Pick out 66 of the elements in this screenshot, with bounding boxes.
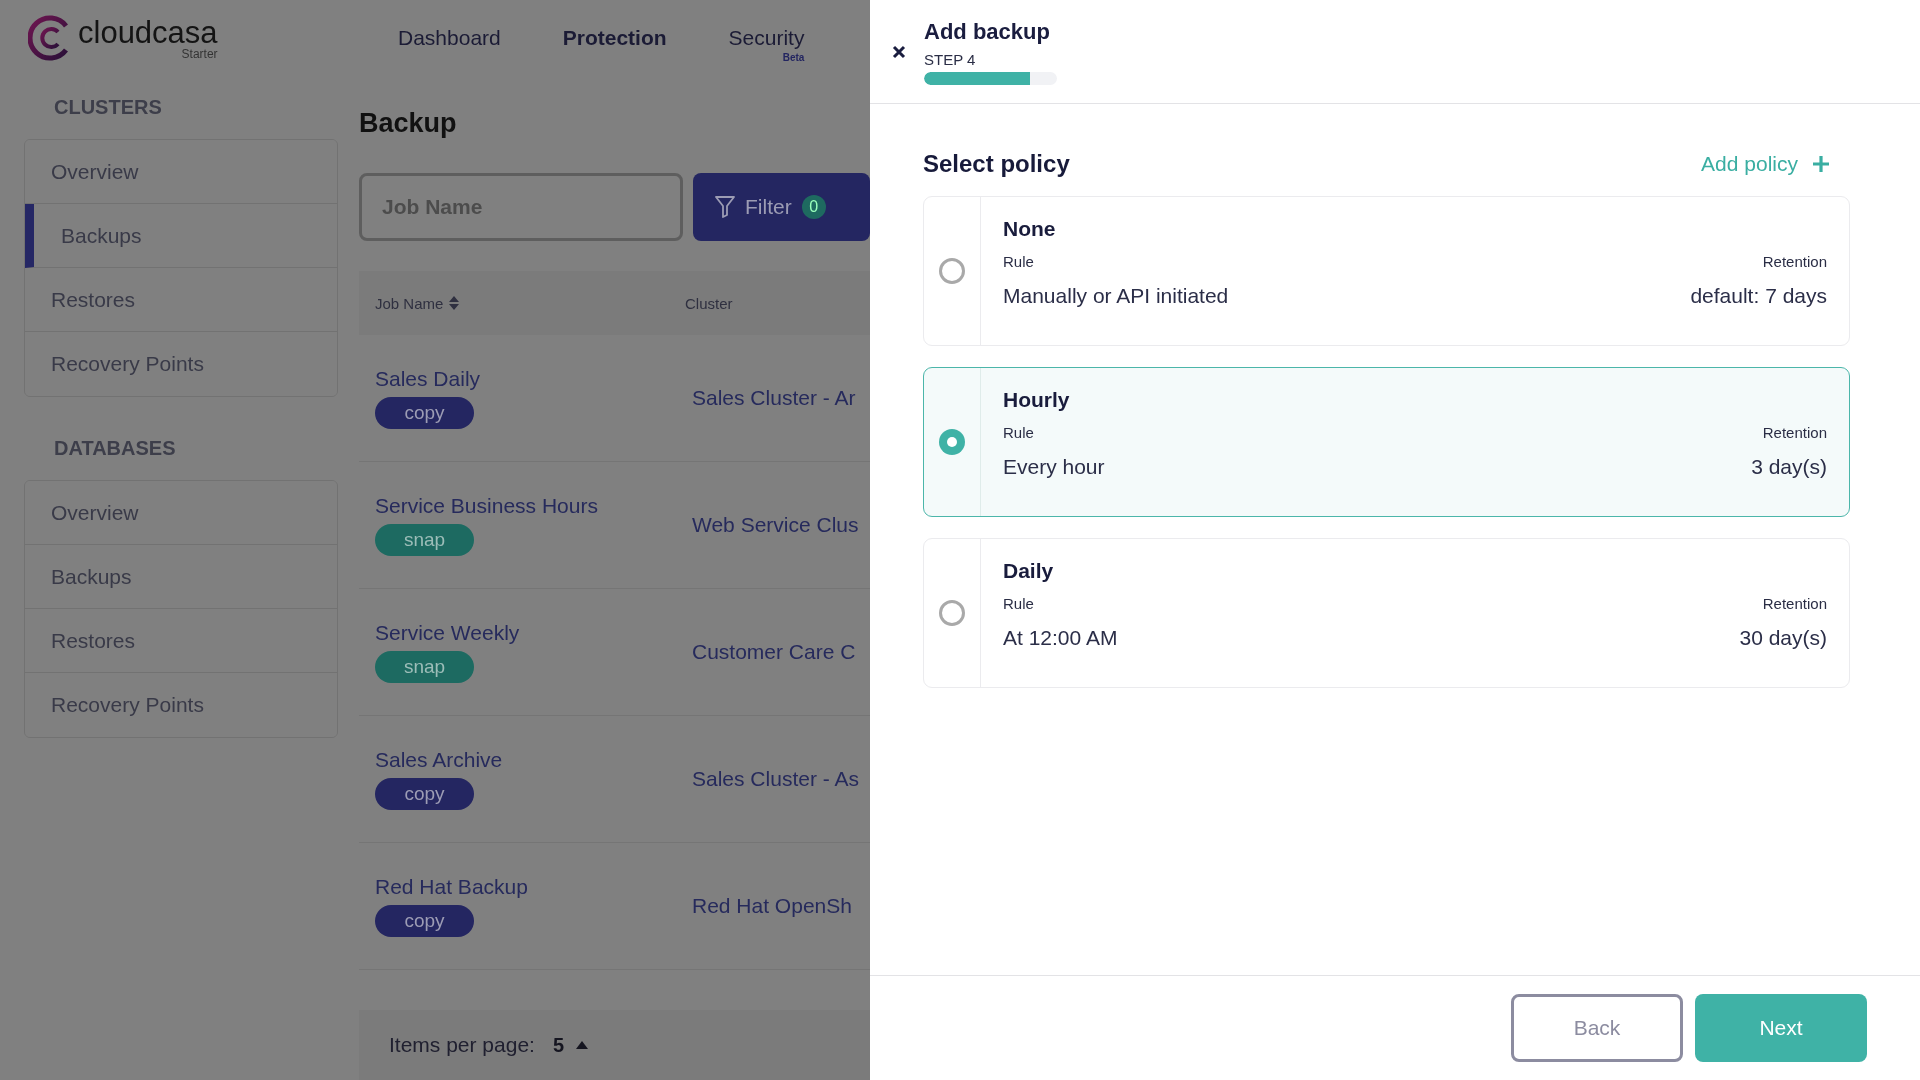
beta-label: Beta — [782, 52, 805, 63]
action-button[interactable]: Back — [1511, 994, 1683, 1062]
rule-value: Manually or API initiated — [1003, 284, 1229, 308]
type-tag: snap — [375, 651, 474, 683]
count-badge: 0 — [801, 195, 826, 219]
sidebar-item[interactable]: Overview — [25, 481, 337, 545]
add-policy-link[interactable]: Add policy — [1701, 152, 1830, 176]
table-cell: Web Service Clus — [692, 513, 859, 537]
items-per-page-label: Items per page: — [389, 1033, 535, 1057]
table-cell: Sales Cluster - As — [692, 767, 859, 791]
filter-icon — [715, 196, 735, 218]
type-tag: copy — [375, 397, 474, 429]
rule-value: At 12:00 AM — [1003, 626, 1118, 650]
rule-label: Rule — [1003, 253, 1034, 270]
policy-name: Daily — [1003, 559, 1055, 583]
policy-card[interactable]: Hourly Rule Retention Every hour 3 day(s) — [923, 367, 1850, 517]
policy-card[interactable]: Daily Rule Retention At 12:00 AM 30 day(s) — [923, 538, 1850, 688]
retention-value: 3 day(s) — [1751, 455, 1827, 479]
retention-value: 30 day(s) — [1739, 626, 1827, 650]
items-per-page-value[interactable]: 5 — [552, 1033, 565, 1057]
job-name[interactable]: Sales Daily — [375, 367, 481, 391]
plus-icon — [1812, 155, 1830, 173]
radio-button[interactable] — [939, 600, 965, 626]
retention-value: default: 7 days — [1690, 284, 1827, 308]
sort-icon[interactable] — [449, 296, 460, 310]
rule-value: Every hour — [1003, 455, 1105, 479]
column-header: Cluster — [685, 294, 733, 312]
action-button[interactable]: Next — [1695, 994, 1867, 1062]
job-name[interactable]: Service Business Hours — [375, 494, 598, 518]
radio-button[interactable] — [939, 429, 965, 455]
type-tag: copy — [375, 905, 474, 937]
nav-tab[interactable]: Protection — [562, 26, 667, 50]
close-button[interactable] — [892, 44, 906, 59]
retention-label: Retention — [1762, 595, 1827, 612]
radio-button[interactable] — [939, 258, 965, 284]
section-heading: CLUSTERS — [54, 96, 162, 119]
table-cell: Sales Cluster - Ar — [692, 386, 856, 410]
job-name[interactable]: Red Hat Backup — [375, 875, 528, 899]
policy-name: None — [1003, 217, 1057, 241]
rule-label: Rule — [1003, 595, 1034, 612]
step-label: STEP 4 — [924, 50, 977, 68]
filter-label: Filter — [745, 195, 792, 219]
table-cell: Customer Care C — [692, 640, 856, 664]
nav-tab[interactable]: Dashboard — [398, 26, 501, 50]
section-title: Select policy — [923, 150, 1070, 178]
retention-label: Retention — [1762, 253, 1827, 270]
policy-name: Hourly — [1003, 388, 1071, 412]
column-header[interactable]: Job Name — [375, 294, 444, 312]
page-title: Backup — [359, 108, 458, 139]
filter-button[interactable]: Filter 0 — [693, 173, 870, 241]
section-heading: DATABASES — [54, 437, 176, 460]
type-tag: snap — [375, 524, 474, 556]
edition-label: Starter — [181, 47, 218, 60]
job-name[interactable]: Sales Archive — [375, 748, 503, 772]
job-name[interactable]: Service Weekly — [375, 621, 520, 645]
rule-label: Rule — [1003, 424, 1034, 441]
sidebar-item[interactable]: Backups — [25, 204, 337, 268]
panel-title: Add backup — [924, 18, 1051, 45]
caret-icon[interactable] — [576, 1041, 589, 1049]
table-cell: Red Hat OpenSh — [692, 894, 852, 918]
retention-label: Retention — [1762, 424, 1827, 441]
close-icon — [892, 44, 906, 59]
type-tag: copy — [375, 778, 474, 810]
policy-card[interactable]: None Rule Retention Manually or API initiated default: 7 days — [923, 196, 1850, 346]
logo-text: cloudcasa — [78, 16, 218, 48]
sidebar-item[interactable]: Overview — [25, 140, 337, 204]
